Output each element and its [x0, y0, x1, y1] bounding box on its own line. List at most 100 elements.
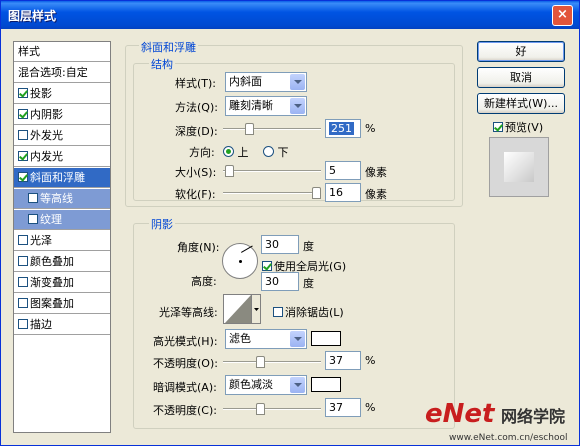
ok-button[interactable]: 好 [477, 41, 565, 62]
gloss-contour-label: 光泽等高线: [159, 306, 218, 319]
altitude-input[interactable]: 30 [261, 272, 299, 291]
style-item[interactable]: 描边 [14, 315, 110, 335]
shadow-opacity-label: 不透明度(C): [153, 404, 217, 417]
style-item[interactable]: 内发光 [14, 147, 110, 167]
shadow-mode-dropdown[interactable]: 颜色减淡 [225, 375, 307, 395]
checkbox-icon[interactable] [18, 298, 28, 308]
style-item-label: 外发光 [30, 129, 63, 142]
blending-options-item[interactable]: 混合选项:自定 [14, 63, 110, 83]
style-item[interactable]: 渐变叠加 [14, 273, 110, 293]
checkbox-checked-icon[interactable] [18, 151, 28, 161]
depth-input[interactable]: 251 [325, 119, 361, 138]
contour-preview-icon [225, 295, 251, 323]
highlight-opacity-label: 不透明度(O): [153, 357, 218, 370]
style-dropdown[interactable]: 内斜面 [225, 72, 307, 92]
style-item[interactable]: 等高线 [14, 189, 110, 209]
direction-down-label: 下 [277, 146, 289, 159]
checkbox-checked-icon[interactable] [18, 172, 28, 182]
checkbox-checked-icon[interactable] [18, 88, 28, 98]
checkbox-checked-icon [493, 122, 503, 132]
technique-dropdown[interactable]: 雕刻清晰 [225, 96, 307, 116]
radio-icon [263, 146, 274, 157]
checkbox-icon[interactable] [18, 277, 28, 287]
checkbox-icon[interactable] [18, 319, 28, 329]
shadow-opacity-track[interactable] [223, 408, 321, 410]
depth-value: 251 [329, 122, 354, 135]
depth-slider-track[interactable] [223, 128, 321, 130]
antialias-checkbox[interactable]: 消除锯齿(L) [273, 304, 344, 320]
highlight-opacity-thumb[interactable] [256, 356, 265, 368]
styles-header[interactable]: 样式 [14, 42, 110, 62]
checkbox-icon[interactable] [18, 130, 28, 140]
style-item-label: 描边 [30, 318, 52, 331]
style-item[interactable]: 内阴影 [14, 105, 110, 125]
style-item-label: 投影 [30, 87, 52, 100]
cancel-button[interactable]: 取消 [477, 67, 565, 88]
enet-logo: eNet [425, 399, 495, 429]
watermark-cn-text: 网络学院 [501, 407, 566, 426]
highlight-color-swatch[interactable] [311, 331, 341, 346]
shadow-mode-label: 暗调模式(A): [153, 381, 217, 394]
style-label: 样式(T): [175, 77, 217, 90]
structure-title: 结构 [149, 56, 175, 72]
direction-up-option[interactable]: 上 [223, 144, 249, 160]
angle-input[interactable]: 30 [261, 235, 299, 254]
angle-dial[interactable] [222, 243, 258, 279]
highlight-opacity-unit: % [365, 354, 376, 367]
style-item[interactable]: 图案叠加 [14, 294, 110, 314]
size-input[interactable]: 5 [325, 161, 361, 180]
close-button[interactable]: × [552, 5, 573, 26]
shadow-mode-value: 颜色减淡 [229, 378, 273, 391]
shadow-color-swatch[interactable] [311, 377, 341, 392]
style-item[interactable]: 颜色叠加 [14, 252, 110, 272]
preview-checkbox[interactable]: 预览(V) [493, 119, 543, 135]
checkbox-icon[interactable] [18, 235, 28, 245]
size-slider-thumb[interactable] [225, 165, 234, 177]
checkbox-icon[interactable] [28, 214, 38, 224]
depth-label: 深度(D): [175, 125, 218, 138]
soften-slider-thumb[interactable] [312, 187, 321, 199]
chevron-down-icon [290, 74, 305, 90]
watermark-url: www.eNet.com.cn/eschool [449, 433, 568, 443]
depth-slider-thumb[interactable] [245, 123, 254, 135]
checkbox-icon[interactable] [18, 256, 28, 266]
style-item-label: 渐变叠加 [30, 276, 74, 289]
angle-label: 角度(N): [177, 241, 220, 254]
soften-input[interactable]: 16 [325, 183, 361, 202]
technique-label: 方法(Q): [175, 101, 218, 114]
preview-swatch [504, 152, 534, 182]
highlight-opacity-input[interactable]: 37 [325, 351, 361, 370]
title-bar: 图层样式 × [1, 1, 579, 29]
layer-style-dialog: 图层样式 × 样式 混合选项:自定 投影 内阴影 外发光 内发光 斜面和浮雕 等高线 纹理光… [0, 0, 580, 446]
highlight-opacity-track[interactable] [223, 361, 321, 363]
highlight-mode-label: 高光模式(H): [153, 335, 218, 348]
style-item-label: 颜色叠加 [30, 255, 74, 268]
altitude-label: 高度: [191, 275, 217, 288]
style-item-label: 图案叠加 [30, 297, 74, 310]
size-label: 大小(S): [175, 166, 217, 179]
shading-title: 阴影 [149, 216, 175, 232]
size-slider-track[interactable] [223, 170, 321, 172]
soften-unit: 像素 [365, 188, 387, 201]
shadow-opacity-input[interactable]: 37 [325, 398, 361, 417]
contour-dropdown-arrow [251, 295, 260, 323]
checkbox-icon[interactable] [28, 193, 38, 203]
preview-box [489, 137, 549, 197]
style-item-label: 内发光 [30, 150, 63, 163]
new-style-button[interactable]: 新建样式(W)... [477, 93, 565, 114]
bevel-group-title: 斜面和浮雕 [139, 39, 198, 55]
direction-down-option[interactable]: 下 [263, 144, 289, 160]
shadow-opacity-thumb[interactable] [256, 403, 265, 415]
style-item[interactable]: 投影 [14, 84, 110, 104]
checkbox-checked-icon[interactable] [18, 109, 28, 119]
chevron-down-icon [290, 377, 305, 393]
style-item[interactable]: 光泽 [14, 231, 110, 251]
style-item[interactable]: 外发光 [14, 126, 110, 146]
style-item[interactable]: 纹理 [14, 210, 110, 230]
angle-dial-center [239, 260, 242, 263]
style-value: 内斜面 [229, 75, 262, 88]
gloss-contour-picker[interactable] [223, 294, 261, 324]
style-item[interactable]: 斜面和浮雕 [14, 168, 110, 188]
highlight-mode-dropdown[interactable]: 滤色 [225, 329, 307, 349]
soften-slider-track[interactable] [223, 192, 321, 194]
